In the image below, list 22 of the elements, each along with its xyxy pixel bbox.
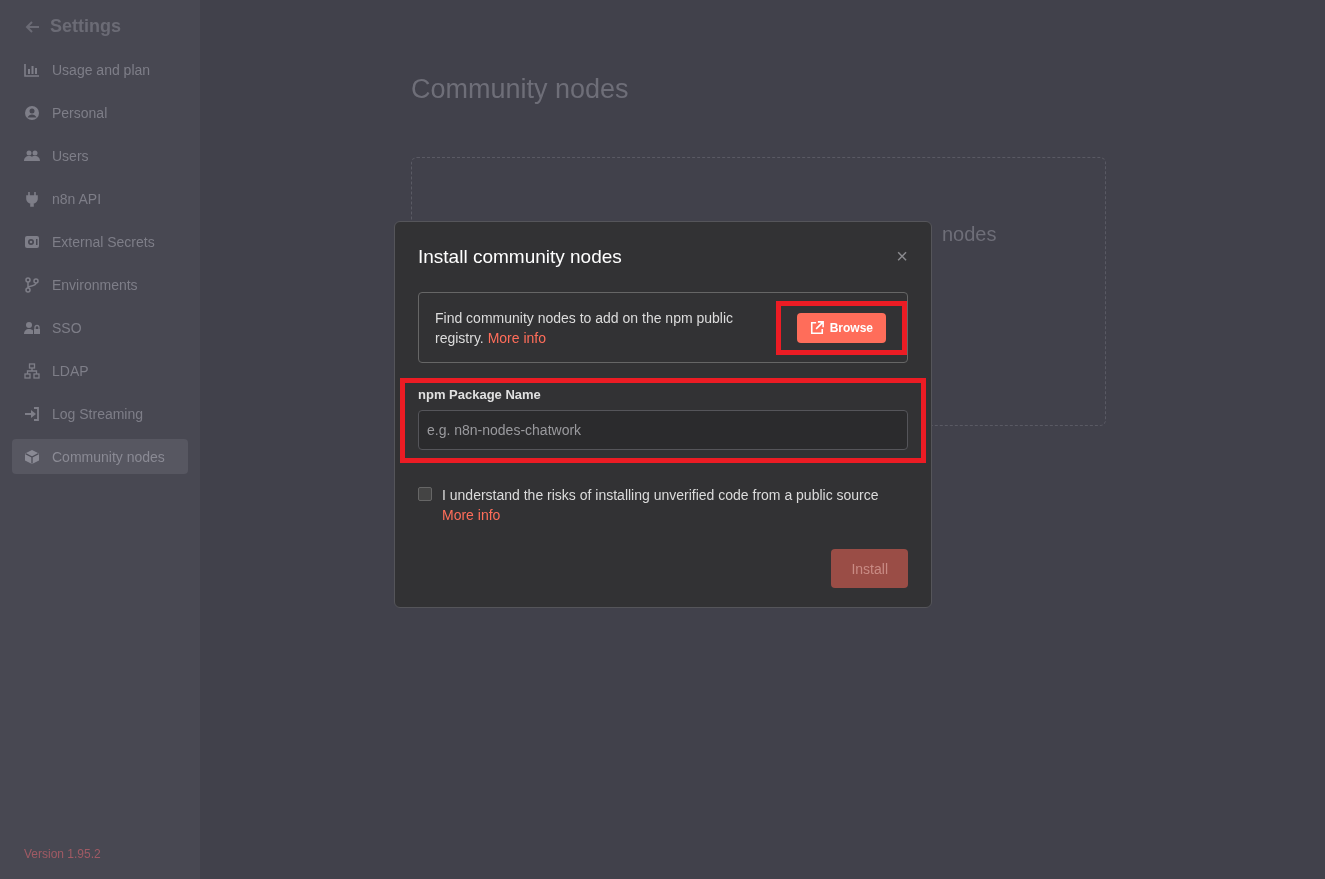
chart-icon (24, 61, 40, 78)
cube-icon (24, 448, 40, 465)
external-link-icon (809, 320, 824, 335)
info-text: Find community nodes to add on the npm public registry. More info (435, 308, 735, 348)
more-info-link[interactable]: More info (487, 329, 546, 346)
risk-checkbox[interactable] (418, 487, 432, 501)
vault-icon (24, 233, 40, 250)
network-icon (24, 362, 40, 379)
risk-text: I understand the risks of installing unverified code from a public source More info (442, 486, 879, 525)
branch-icon (24, 276, 40, 293)
close-button[interactable]: × (896, 246, 908, 266)
plug-icon (24, 190, 40, 207)
signin-icon (24, 405, 40, 422)
field-label: npm Package Name (418, 387, 541, 402)
person-icon (24, 104, 40, 121)
version-label: Version 1.95.2 (23, 847, 102, 861)
more-info-link[interactable]: More info (442, 507, 501, 523)
dialog-title: Install community nodes (418, 246, 622, 268)
browse-button[interactable]: Browse (796, 312, 886, 343)
lockuser-icon (24, 319, 40, 336)
back-arrow-icon[interactable] (24, 18, 40, 35)
package-name-field[interactable]: e.g. n8n-nodes-chatwork (418, 410, 908, 450)
